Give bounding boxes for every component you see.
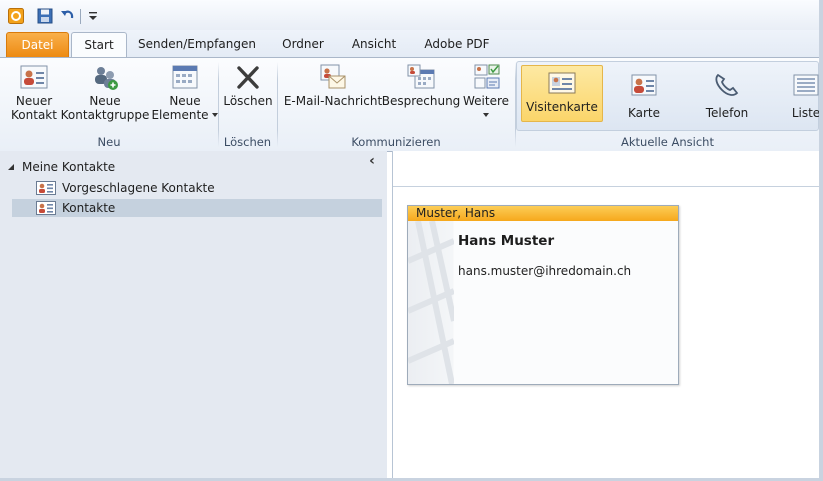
new-items-label-1: Neue [169, 94, 201, 108]
phone-icon [709, 68, 745, 102]
group-kommunizieren: E-Mail-Nachricht Besprechung Weitere Kom… [278, 58, 514, 151]
contact-group-icon [87, 60, 123, 94]
meeting-button[interactable]: Besprechung [382, 60, 460, 108]
tree-item-kontakte[interactable]: Kontakte [36, 199, 115, 217]
group-kommunizieren-label: Kommunizieren [351, 135, 441, 149]
navigation-pane: ‹ Meine Kontakte Vorgeschlagene Kontakte… [0, 151, 387, 481]
tree-item-label: Vorgeschlagene Kontakte [62, 181, 215, 195]
view-list-button[interactable]: Liste [781, 68, 819, 120]
ribbon-tabs: Datei Start Senden/Empfangen Ordner Ansi… [0, 30, 823, 59]
card-icon [626, 68, 662, 102]
business-card-icon [544, 66, 580, 100]
save-icon[interactable] [36, 7, 54, 25]
tab-ordner[interactable]: Ordner [272, 32, 334, 57]
dropdown-arrow-icon [482, 113, 489, 117]
card-contact-name: Hans Muster [458, 233, 555, 249]
outlook-app-icon[interactable] [7, 7, 25, 25]
ribbon: Neuer Kontakt Neue Kontaktgruppe Neue El… [0, 57, 823, 152]
group-neu-label: Neu [97, 135, 121, 149]
more-label: Weitere [462, 94, 510, 108]
email-message-label: E-Mail-Nachricht [283, 94, 383, 108]
meeting-icon [403, 60, 439, 94]
new-contact-group-label-1: Neue [89, 94, 121, 108]
tab-start[interactable]: Start [71, 32, 127, 59]
tree-item-vorgeschlagene-kontakte[interactable]: Vorgeschlagene Kontakte [36, 179, 215, 197]
card-watermark-graphic [408, 221, 454, 384]
card-contact-email: hans.muster@ihredomain.ch [458, 264, 632, 278]
group-loeschen: Löschen Löschen [219, 58, 276, 151]
view-card-label: Karte [627, 106, 661, 120]
new-contact-label-1: Neuer [15, 94, 53, 108]
view-list-label: Liste [791, 106, 819, 120]
email-contact-icon [315, 60, 351, 94]
group-neu: Neuer Kontakt Neue Kontaktgruppe Neue El… [0, 58, 218, 151]
delete-button[interactable]: Löschen [222, 60, 274, 108]
tree-item-label: Kontakte [62, 201, 116, 215]
new-items-label-2-wrap: Elemente [151, 108, 218, 122]
view-header-bar [393, 151, 823, 187]
email-message-button[interactable]: E-Mail-Nachricht [283, 60, 383, 108]
calendar-icon [167, 60, 203, 94]
customize-qat-icon[interactable] [84, 7, 102, 25]
business-card[interactable]: Muster, Hans Hans Muster hans.muster@ihr… [407, 205, 679, 385]
view-business-card-label: Visitenkarte [526, 100, 598, 114]
tree-root-label: Meine Kontakte [22, 160, 116, 174]
tab-senden-empfangen[interactable]: Senden/Empfangen [133, 32, 261, 57]
contacts-folder-icon [36, 181, 56, 195]
view-phone-label: Telefon [705, 106, 749, 120]
qat-separator [80, 9, 81, 24]
tab-ansicht[interactable]: Ansicht [343, 32, 405, 57]
delete-label: Löschen [223, 94, 273, 108]
contacts-folder-icon [36, 201, 56, 215]
tree-root-meine-kontakte[interactable]: Meine Kontakte [6, 158, 115, 176]
view-card-button[interactable]: Karte [614, 68, 674, 120]
quick-access-toolbar [0, 0, 823, 30]
collapse-pane-icon[interactable]: ‹ [364, 153, 380, 169]
more-actions-icon [468, 60, 504, 94]
new-items-button[interactable]: Neue Elemente [151, 60, 218, 122]
list-icon [788, 68, 819, 102]
group-aktuelle-ansicht-label: Aktuelle Ansicht [621, 135, 714, 149]
new-items-label-2: Elemente [151, 108, 209, 122]
delete-x-icon [230, 60, 266, 94]
tab-adobe-pdf[interactable]: Adobe PDF [413, 32, 501, 57]
meeting-label: Besprechung [381, 94, 461, 108]
view-business-card-button[interactable]: Visitenkarte [521, 65, 603, 122]
new-contact-label-2: Kontakt [11, 108, 57, 122]
contacts-view: Muster, Hans Hans Muster hans.muster@ihr… [392, 151, 823, 481]
group-aktuelle-ansicht: Visitenkarte Karte Telefon Liste Aktuell… [516, 58, 819, 151]
window-frame-right [819, 0, 823, 481]
view-phone-button[interactable]: Telefon [694, 68, 760, 120]
expand-arrow-icon[interactable] [6, 162, 16, 172]
outlook-window: Datei Start Senden/Empfangen Ordner Ansi… [0, 0, 823, 481]
new-contact-group-label-2: Kontaktgruppe [60, 108, 150, 122]
new-contact-group-button[interactable]: Neue Kontaktgruppe [60, 60, 150, 122]
contact-card-icon [16, 60, 52, 94]
business-card-body: Hans Muster hans.muster@ihredomain.ch [408, 221, 678, 384]
group-loeschen-label: Löschen [223, 135, 272, 149]
new-contact-button[interactable]: Neuer Kontakt [10, 60, 58, 122]
tab-datei[interactable]: Datei [6, 32, 69, 57]
business-card-header: Muster, Hans [408, 206, 678, 221]
more-button[interactable]: Weitere [462, 60, 510, 118]
undo-icon[interactable] [59, 7, 77, 25]
